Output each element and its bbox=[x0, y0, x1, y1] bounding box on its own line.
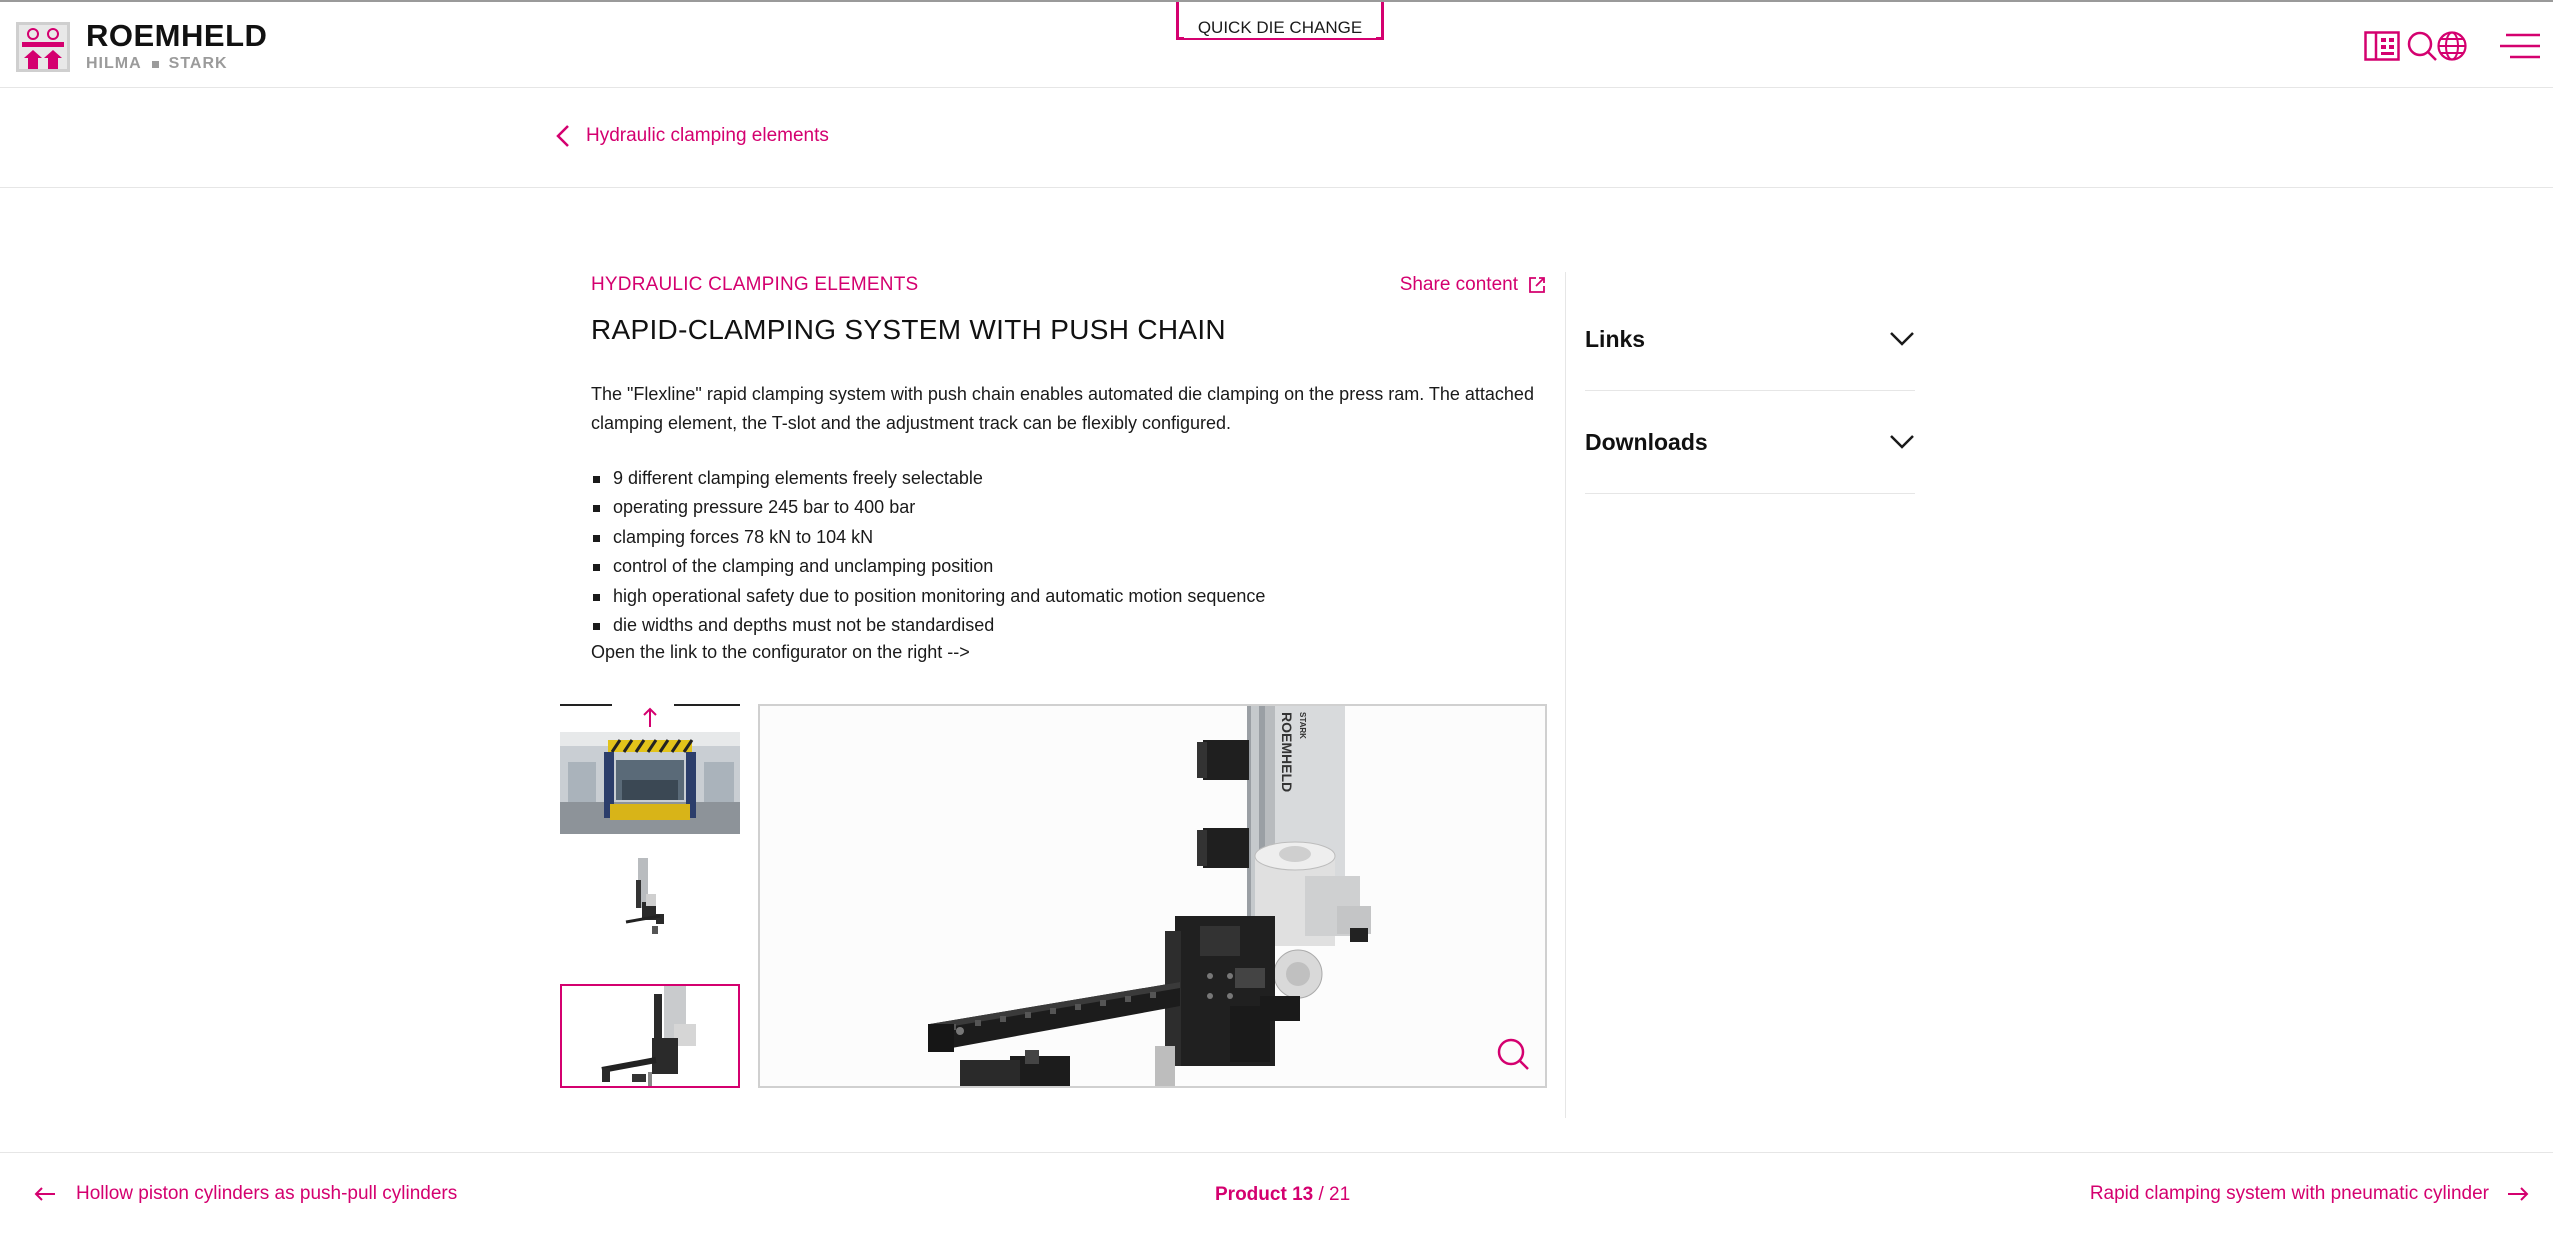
accordion-links-label: Links bbox=[1585, 325, 1646, 352]
feature-item: clamping forces 78 kN to 104 kN bbox=[591, 523, 1546, 552]
product-counter-separator: / bbox=[1313, 1184, 1330, 1205]
quick-die-change-label: QUICK DIE CHANGE bbox=[1183, 17, 1377, 38]
catalog-icon bbox=[2364, 31, 2400, 61]
product-pager: Hollow piston cylinders as push-pull cyl… bbox=[0, 1152, 2553, 1240]
external-link-icon bbox=[1529, 277, 1545, 293]
brand-sub-separator bbox=[151, 60, 159, 68]
thumbnail-press-machine[interactable] bbox=[560, 732, 740, 834]
press-machine-image bbox=[560, 732, 740, 834]
arrow-right-icon bbox=[2508, 1187, 2529, 1201]
arrow-left-icon bbox=[34, 1187, 55, 1201]
back-link-label: Hydraulic clamping elements bbox=[586, 125, 829, 146]
share-content-label: Share content bbox=[1399, 274, 1518, 295]
brand-sub: HILMA STARK bbox=[86, 55, 267, 73]
product-counter-word: Product bbox=[1215, 1184, 1287, 1205]
main-product-image[interactable]: ROEMHELD STARK bbox=[758, 704, 1547, 1088]
menu-icon bbox=[2500, 33, 2540, 59]
sidebar: Links Downloads bbox=[1585, 288, 1915, 494]
previous-product-label: Hollow piston cylinders as push-pull cyl… bbox=[76, 1183, 458, 1204]
thumbnail-push-chain-small[interactable] bbox=[560, 844, 740, 946]
feature-item: control of the clamping and unclamping p… bbox=[591, 552, 1546, 581]
catalog-link[interactable] bbox=[2362, 26, 2402, 66]
accordion-downloads[interactable]: Downloads bbox=[1585, 391, 1915, 494]
next-product-link[interactable]: Rapid clamping system with pneumatic cyl… bbox=[2090, 1183, 2529, 1205]
thumbnail-push-chain-closeup-selected[interactable] bbox=[560, 984, 740, 1088]
product-counter-total: 21 bbox=[1329, 1184, 1351, 1205]
chevron-left-icon bbox=[556, 125, 569, 147]
roemheld-logo-icon bbox=[16, 21, 70, 72]
feature-item: 9 different clamping elements freely sel… bbox=[591, 464, 1546, 493]
product-description: The "Flexline" rapid clamping system wit… bbox=[591, 384, 1534, 433]
previous-product-link[interactable]: Hollow piston cylinders as push-pull cyl… bbox=[34, 1183, 457, 1205]
zoom-button[interactable] bbox=[1495, 1036, 1531, 1072]
arrow-up-icon bbox=[643, 707, 657, 727]
feature-item: operating pressure 245 bar to 400 bar bbox=[591, 493, 1546, 522]
globe-icon bbox=[2437, 31, 2467, 61]
share-content-button[interactable]: Share content bbox=[1400, 274, 1546, 296]
feature-item: high operational safety due to position … bbox=[591, 582, 1546, 611]
next-product-label: Rapid clamping system with pneumatic cyl… bbox=[2089, 1183, 2489, 1204]
product-counter: Product 13 / 21 bbox=[1215, 1184, 1350, 1206]
accordion-downloads-label: Downloads bbox=[1585, 428, 1708, 455]
feature-item: die widths and depths must not be standa… bbox=[591, 611, 1546, 640]
chevron-down-icon bbox=[1890, 435, 1914, 449]
push-chain-system-small-image bbox=[560, 844, 740, 946]
feature-list: 9 different clamping elements freely sel… bbox=[591, 464, 1546, 640]
accordion-links[interactable]: Links bbox=[1585, 288, 1915, 391]
chevron-down-icon bbox=[1890, 332, 1914, 346]
content-divider bbox=[1565, 272, 1566, 1118]
quick-die-change-tab[interactable]: QUICK DIE CHANGE bbox=[1176, 2, 1384, 40]
product-title: RAPID-CLAMPING SYSTEM WITH PUSH CHAIN bbox=[591, 314, 1226, 345]
brand-sub-left: HILMA bbox=[86, 55, 142, 72]
brand-name: ROEMHELD bbox=[86, 18, 268, 53]
push-chain-system-image: ROEMHELD STARK bbox=[760, 706, 1545, 1086]
language-selector[interactable] bbox=[2432, 26, 2472, 66]
main-menu-button[interactable] bbox=[2500, 26, 2540, 66]
brand-sub-right: STARK bbox=[168, 55, 228, 72]
configurator-hint: Open the link to the configurator on the… bbox=[591, 642, 970, 662]
back-link[interactable]: Hydraulic clamping elements bbox=[556, 124, 829, 148]
site-header: ROEMHELD HILMA STARK QUICK DIE CHANGE bbox=[0, 0, 2553, 88]
brand-logo[interactable]: ROEMHELD HILMA STARK bbox=[16, 20, 267, 73]
product-category: HYDRAULIC CLAMPING ELEMENTS bbox=[591, 274, 919, 295]
column-sub-text: STARK bbox=[1298, 712, 1307, 739]
column-brand-text: ROEMHELD bbox=[1279, 712, 1295, 792]
thumbnail-scroll-up-button[interactable] bbox=[560, 704, 740, 730]
thumbnail-strip bbox=[560, 704, 740, 1088]
breadcrumb-bar: Hydraulic clamping elements bbox=[0, 88, 2553, 188]
push-chain-system-closeup-image bbox=[562, 986, 738, 1086]
product-counter-current: 13 bbox=[1292, 1184, 1314, 1205]
magnifier-icon bbox=[1497, 1038, 1529, 1070]
